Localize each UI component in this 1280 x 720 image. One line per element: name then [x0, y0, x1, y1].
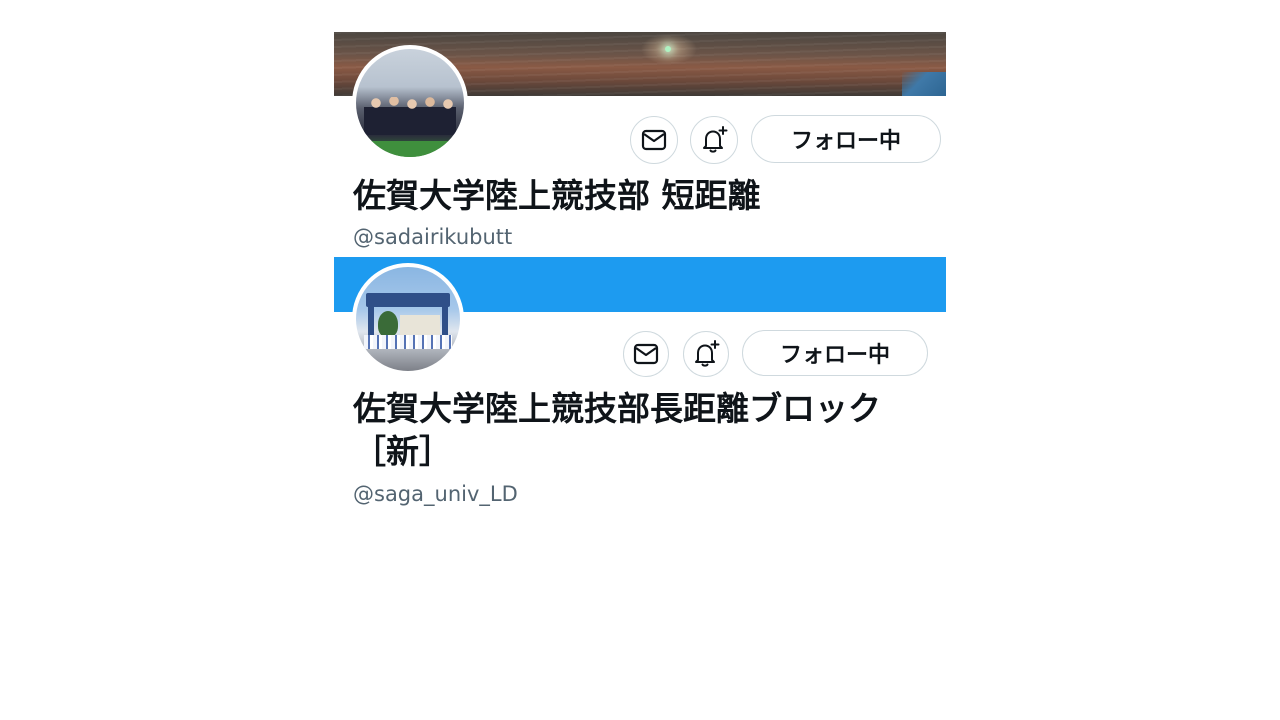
mail-icon — [633, 343, 659, 365]
message-button[interactable] — [623, 331, 669, 377]
profile-display-name: 佐賀大学陸上競技部 短距離 — [353, 176, 761, 215]
message-button[interactable] — [630, 116, 678, 164]
notify-button[interactable] — [683, 331, 729, 377]
bell-plus-icon — [703, 126, 728, 153]
banner-corner-detail — [902, 72, 946, 96]
avatar-grass — [356, 141, 464, 157]
notify-button[interactable] — [690, 116, 738, 164]
avatar[interactable] — [352, 45, 468, 161]
following-button[interactable]: フォロー中 — [742, 330, 928, 376]
avatar-gate-sign — [366, 293, 450, 307]
profile-card-long-distance: フォロー中 佐賀大学陸上競技部長距離ブロック［新］ @saga_univ_LD — [334, 257, 946, 517]
mail-icon — [641, 129, 667, 151]
avatar-team-photo — [364, 335, 452, 349]
profile-handle[interactable]: @sadairikubutt — [353, 225, 512, 249]
bell-plus-icon — [695, 340, 720, 367]
profile-display-name: 佐賀大学陸上競技部長距離ブロック［新］ — [353, 389, 881, 471]
following-button[interactable]: フォロー中 — [751, 115, 941, 163]
profile-card-sprint: フォロー中 佐賀大学陸上競技部 短距離 @sadairikubutt — [334, 32, 946, 256]
banner-light-flare — [665, 46, 671, 52]
avatar-team-photo — [364, 97, 456, 135]
avatar-building — [400, 315, 440, 337]
profile-handle[interactable]: @saga_univ_LD — [353, 482, 518, 506]
avatar[interactable] — [352, 263, 464, 375]
avatar-tree — [378, 311, 398, 337]
